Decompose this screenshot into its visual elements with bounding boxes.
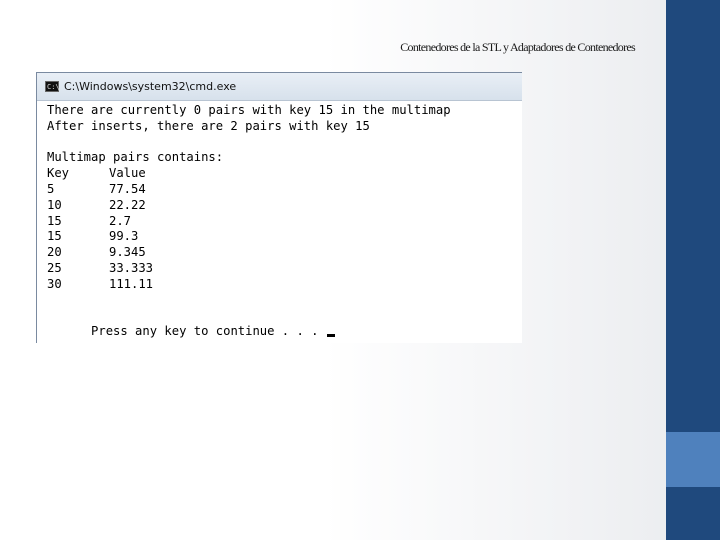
table-row: 15 2.7 (47, 214, 522, 230)
row-value: 22.22 (109, 197, 146, 212)
table-row: 5 77.54 (47, 182, 522, 198)
row-key: 5 (47, 181, 55, 196)
window-titlebar[interactable]: C:\ C:\Windows\system32\cmd.exe (37, 73, 522, 101)
row-key: 15 (47, 213, 62, 228)
table-row: 15 99.3 (47, 229, 522, 245)
row-key: 30 (47, 276, 62, 291)
slide-title: Contenedores de la STL y Adaptadores de … (400, 40, 635, 54)
table-row: 30 111.11 (47, 277, 522, 293)
row-value: 9.345 (109, 245, 146, 260)
console-output: There are currently 0 pairs with key 15 … (47, 103, 522, 343)
row-value: 99.3 (109, 229, 139, 244)
column-header-key: Key (47, 166, 70, 181)
table-row: 20 9.345 (47, 245, 522, 261)
decorative-accent-block (666, 432, 720, 487)
row-key: 10 (47, 197, 62, 212)
console-line: There are currently 0 pairs with key 15 … (47, 103, 451, 117)
table-row: 10 22.22 (47, 198, 522, 214)
window-title: C:\Windows\system32\cmd.exe (64, 80, 237, 93)
row-value: 77.54 (109, 181, 146, 196)
row-key: 25 (47, 260, 62, 275)
cmd-icon: C:\ (45, 81, 60, 92)
prompt-line[interactable]: Press any key to continue . . . (47, 308, 522, 338)
command-prompt-window[interactable]: C:\ C:\Windows\system32\cmd.exe There ar… (36, 72, 522, 343)
row-value: 2.7 (109, 213, 132, 228)
row-value: 111.11 (109, 276, 154, 291)
row-value: 33.333 (109, 260, 154, 275)
row-key: 20 (47, 245, 62, 260)
table-header: Key Value (47, 166, 522, 182)
column-header-value: Value (109, 166, 146, 181)
console-line: Multimap pairs contains: (47, 150, 224, 165)
text-cursor (326, 334, 335, 338)
table-row: 25 33.333 (47, 261, 522, 277)
continue-prompt: Press any key to continue . . . (91, 324, 319, 339)
row-key: 15 (47, 229, 62, 244)
console-line: After inserts, there are 2 pairs with ke… (47, 118, 370, 133)
